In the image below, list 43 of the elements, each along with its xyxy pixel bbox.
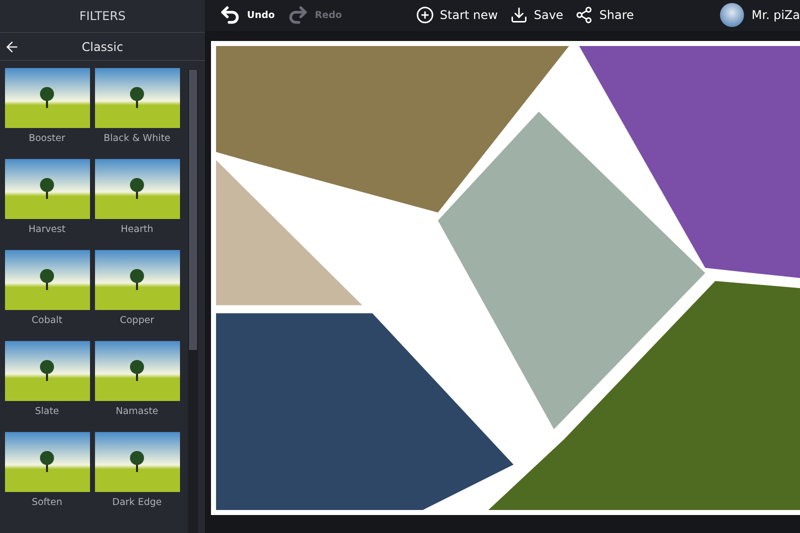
tree-icon	[40, 450, 54, 472]
landscape-thumbnail[interactable]	[94, 432, 180, 492]
add-button[interactable]: Start new	[410, 6, 504, 24]
filter-label: Hearth	[120, 224, 154, 235]
landscape-thumbnail[interactable]	[94, 159, 180, 219]
redo-icon	[286, 4, 309, 26]
save-button[interactable]: Save	[504, 6, 570, 24]
filter-label: Soften	[32, 497, 62, 508]
filter-label: Harvest	[28, 224, 66, 235]
landscape-thumbnail[interactable]	[4, 159, 90, 219]
tree-icon	[40, 268, 54, 290]
filter-label: Dark Edge	[112, 497, 162, 508]
plus-circle-icon	[416, 6, 434, 24]
tree-icon	[40, 359, 54, 381]
share-icon	[575, 6, 594, 24]
filter-label: Copper	[120, 315, 154, 326]
landscape-thumbnail[interactable]	[4, 341, 90, 401]
undo-icon	[219, 4, 241, 26]
undo-button[interactable]: Undo	[213, 4, 281, 26]
tree-icon	[130, 359, 144, 381]
filter-label: Cobalt	[32, 315, 62, 326]
tree-icon	[130, 86, 144, 108]
user-avatar[interactable]	[720, 3, 744, 28]
landscape-thumbnail[interactable]	[94, 341, 180, 401]
filter-label: Black & White	[104, 133, 170, 144]
landscape-thumbnail[interactable]	[94, 250, 180, 310]
filter-label: Booster	[28, 133, 66, 144]
tree-icon	[40, 177, 54, 199]
tree-icon	[40, 86, 54, 108]
filter-label: Namaste	[116, 406, 158, 417]
scrollbar-thumb[interactable]	[189, 70, 197, 350]
filter-label: Slate	[34, 406, 60, 417]
category-title: Classic	[80, 40, 124, 54]
landscape-thumbnail[interactable]	[4, 432, 90, 492]
download-icon	[510, 6, 528, 24]
tree-icon	[130, 268, 144, 290]
user-name[interactable]: Mr. piZa	[752, 8, 800, 22]
landscape-thumbnail[interactable]	[94, 68, 180, 128]
share-button[interactable]: Share	[569, 6, 640, 24]
tree-icon	[130, 177, 144, 199]
landscape-thumbnail[interactable]	[4, 250, 90, 310]
landscape-thumbnail[interactable]	[4, 68, 90, 128]
tree-icon	[130, 450, 144, 472]
